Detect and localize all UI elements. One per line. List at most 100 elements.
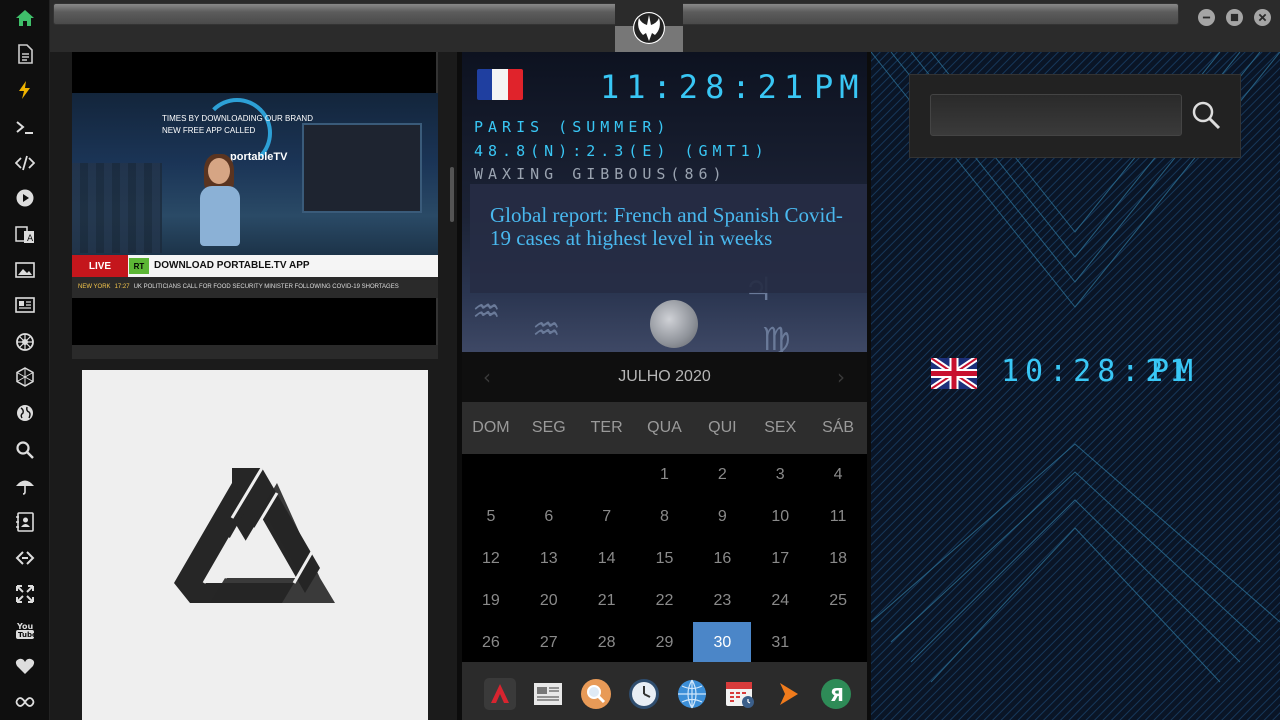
- moon-phase-label: WAXING GIBBOUS(86): [474, 165, 727, 183]
- search-icon: [1192, 101, 1221, 130]
- prev-month-button[interactable]: ‹: [474, 364, 500, 390]
- calendar-day[interactable]: 5: [462, 496, 520, 538]
- paris-ampm: PM: [814, 68, 865, 106]
- rebel-alliance-icon: [633, 12, 665, 44]
- calendar-day[interactable]: 24: [751, 580, 809, 622]
- lightning-icon[interactable]: [10, 75, 40, 105]
- paris-clock-widget: ♒ ♒ ♃ ♍ 11:28:21 PM PARIS (SUMMER) 48.8(…: [462, 52, 867, 352]
- infinity-icon[interactable]: [10, 687, 40, 717]
- next-month-button[interactable]: ›: [828, 364, 854, 390]
- calendar-day[interactable]: 13: [520, 538, 578, 580]
- calendar-day[interactable]: 1: [636, 454, 694, 496]
- youtube-icon[interactable]: You Tube: [10, 615, 40, 645]
- calendar-day[interactable]: 21: [578, 580, 636, 622]
- translate-icon[interactable]: A: [10, 219, 40, 249]
- weekday-label: DOM: [472, 419, 510, 436]
- yandex-app-icon[interactable]: Я: [820, 678, 852, 710]
- calendar-weekdays: DOM SEG TER QUA QUI SEX SÁB: [462, 402, 867, 454]
- weekday-label: QUA: [647, 419, 682, 436]
- calendar-day[interactable]: 17: [751, 538, 809, 580]
- calendar-day[interactable]: 18: [809, 538, 867, 580]
- umbrella-icon[interactable]: [10, 471, 40, 501]
- globe-icon[interactable]: [10, 398, 40, 428]
- calendar-day[interactable]: 12: [462, 538, 520, 580]
- image-icon[interactable]: [10, 255, 40, 285]
- calendar-day[interactable]: 28: [578, 622, 636, 664]
- city-label: PARIS (SUMMER): [474, 118, 671, 136]
- calendar-day-today[interactable]: 30: [693, 622, 752, 664]
- search-panel: [909, 74, 1241, 158]
- calendar-day[interactable]: 3: [751, 454, 809, 496]
- calendar-day[interactable]: 6: [520, 496, 578, 538]
- channel-logo: RT: [129, 258, 149, 274]
- news-card[interactable]: Global report: French and Spanish Covid-…: [470, 184, 867, 293]
- terminal-icon[interactable]: [10, 112, 40, 142]
- calendar-day: [809, 622, 867, 664]
- close-button[interactable]: [1254, 9, 1271, 26]
- news-anchor: [200, 154, 240, 253]
- news-ticker: NEW YORK 17:27 UK POLITICIANS CALL FOR FOO…: [72, 277, 438, 298]
- calendar-day[interactable]: 31: [751, 622, 809, 664]
- window-titlebar: [50, 0, 1280, 52]
- newspaper-icon[interactable]: [10, 290, 40, 320]
- newspaper-app-icon[interactable]: [532, 678, 564, 710]
- svg-text:Я: Я: [830, 685, 844, 706]
- calendar-day[interactable]: 23: [693, 580, 751, 622]
- hexagon-icon[interactable]: [10, 362, 40, 392]
- france-flag-icon: [477, 69, 523, 100]
- arch-app-icon[interactable]: [484, 678, 516, 710]
- coordinates-label: 48.8(N):2.3(E) (GMT1): [474, 142, 769, 160]
- calendar-day[interactable]: 8: [636, 496, 694, 538]
- logo-tab[interactable]: [615, 0, 683, 52]
- calendar-day[interactable]: 10: [751, 496, 809, 538]
- uk-ampm: PM: [1151, 354, 1200, 389]
- news-headline[interactable]: Global report: French and Spanish Covid-…: [490, 204, 850, 250]
- uk-clock-widget: 10:28:21 PM: [931, 354, 1231, 394]
- search-app-icon[interactable]: [580, 678, 612, 710]
- contact-icon[interactable]: [10, 507, 40, 537]
- calendar-day[interactable]: 25: [809, 580, 867, 622]
- search-input[interactable]: [930, 94, 1182, 136]
- fullscreen-icon[interactable]: [10, 579, 40, 609]
- calendar-day[interactable]: 9: [693, 496, 751, 538]
- play-icon[interactable]: [10, 183, 40, 213]
- calendar-day[interactable]: 16: [693, 538, 751, 580]
- calendar-day[interactable]: 27: [520, 622, 578, 664]
- calendar-day[interactable]: 2: [693, 454, 751, 496]
- svg-text:A: A: [27, 234, 34, 244]
- impossible-triangle-logo: [174, 467, 335, 603]
- panel-divider: [72, 345, 438, 359]
- home-icon[interactable]: [10, 3, 40, 33]
- globe-app-icon[interactable]: [676, 678, 708, 710]
- calendar-day[interactable]: 14: [578, 538, 636, 580]
- code-icon[interactable]: [10, 148, 40, 178]
- calendar-app-icon[interactable]: [724, 678, 756, 710]
- calendar-day[interactable]: 22: [636, 580, 694, 622]
- scrollbar[interactable]: [450, 167, 454, 222]
- calendar-day[interactable]: 29: [636, 622, 694, 664]
- video-player[interactable]: TIMES BY DOWNLOADING OUR BRAND NEW FREE …: [72, 93, 438, 298]
- clock-app-icon[interactable]: [628, 678, 660, 710]
- calendar-day[interactable]: 20: [520, 580, 578, 622]
- moon-icon: [650, 300, 698, 348]
- calendar-day[interactable]: 19: [462, 580, 520, 622]
- empire-icon[interactable]: [10, 327, 40, 357]
- link-icon[interactable]: [10, 543, 40, 573]
- heart-icon[interactable]: [10, 651, 40, 681]
- flag-stripe: [477, 69, 493, 100]
- calendar-day[interactable]: 11: [809, 496, 867, 538]
- maximize-button[interactable]: [1226, 9, 1243, 26]
- search-button[interactable]: [1190, 99, 1222, 131]
- weekday-label: SEG: [531, 419, 566, 436]
- arrow-app-icon[interactable]: [772, 678, 804, 710]
- calendar-day[interactable]: 4: [809, 454, 867, 496]
- search-icon[interactable]: [10, 435, 40, 465]
- calendar-day[interactable]: 15: [636, 538, 694, 580]
- calendar-day[interactable]: 26: [462, 622, 520, 664]
- weekday-label: SEX: [764, 419, 797, 436]
- weekday-label: TER: [590, 419, 623, 436]
- document-icon[interactable]: [10, 39, 40, 69]
- weekday-label: SÁB: [822, 419, 855, 436]
- calendar-day[interactable]: 7: [578, 496, 636, 538]
- minimize-button[interactable]: [1198, 9, 1215, 26]
